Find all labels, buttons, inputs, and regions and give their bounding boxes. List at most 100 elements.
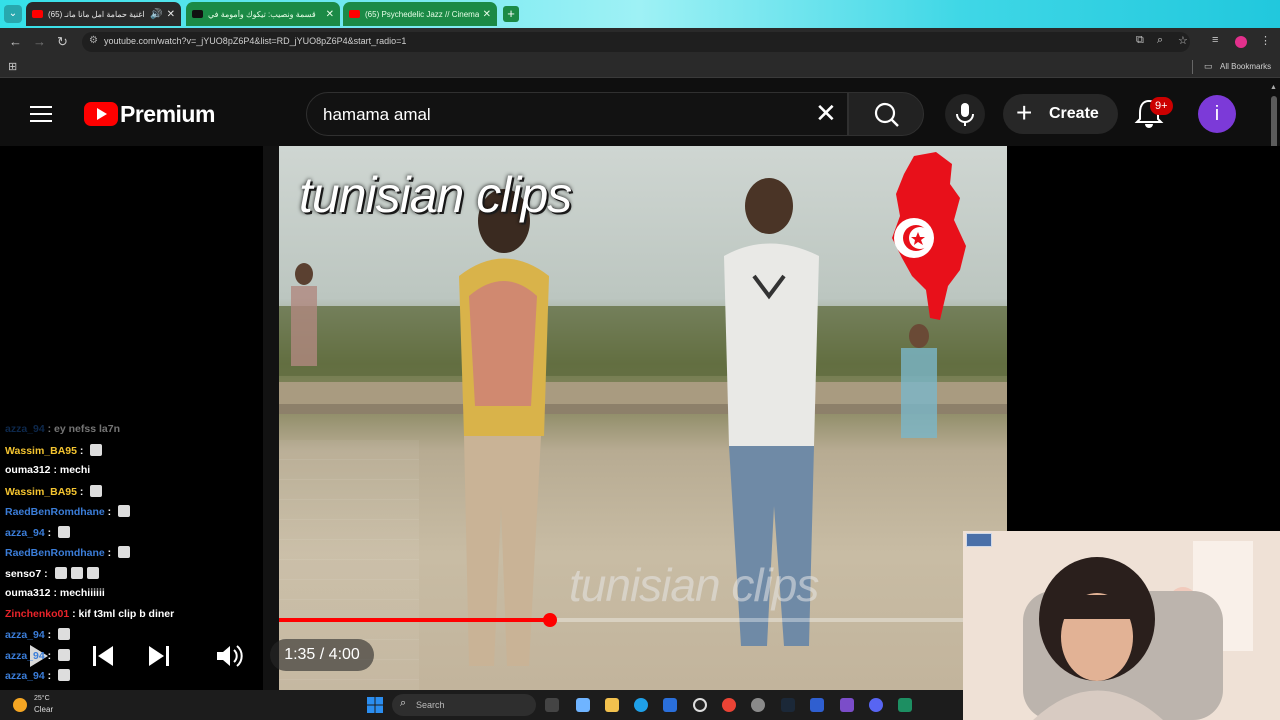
- chat-separator: :: [76, 485, 87, 498]
- apps-grid-icon[interactable]: ⊞: [8, 60, 17, 73]
- chat-emote-icon: [58, 525, 71, 538]
- video-progress-bar[interactable]: [279, 613, 963, 627]
- speaker-icon[interactable]: 🔊: [150, 9, 162, 20]
- chat-separator: :: [104, 506, 115, 518]
- chat-message: azza_94 :: [5, 525, 71, 542]
- scroll-up-icon[interactable]: ▲: [1270, 84, 1277, 91]
- search-input[interactable]: [323, 103, 803, 127]
- chat-username[interactable]: RaedBenRomdhane: [5, 547, 105, 559]
- create-label: Create: [1049, 105, 1099, 122]
- install-app-icon[interactable]: ⧉: [1136, 34, 1144, 47]
- video-watermark-bottom: tunisian clips: [569, 559, 819, 611]
- chat-emote-icon: [118, 546, 131, 558]
- reload-icon[interactable]: ↻: [57, 34, 68, 50]
- new-tab-button[interactable]: +: [503, 6, 519, 22]
- forward-icon[interactable]: →: [33, 34, 46, 49]
- youtube-premium-logo[interactable]: Premium: [120, 101, 215, 128]
- profile-avatar-icon[interactable]: [1235, 36, 1247, 48]
- weather-temperature: 25°C: [34, 695, 50, 702]
- chat-username[interactable]: azza_94: [5, 650, 45, 662]
- tab-search-button[interactable]: ⌄: [4, 5, 22, 23]
- store-icon[interactable]: [663, 698, 677, 712]
- chat-message: ouma312 : mechiiiiii: [5, 587, 105, 603]
- bookmark-star-icon[interactable]: ☆: [1178, 34, 1188, 47]
- chat-message: azza_94 : ey nefss la7n: [5, 423, 120, 439]
- webcam-mini-preview: [966, 533, 992, 547]
- tab-title: اغنية حمامة امل مانا مانـ (65): [48, 9, 145, 19]
- notification-badge: 9+: [1150, 97, 1173, 115]
- chat-username[interactable]: Wassim_BA95: [5, 486, 77, 498]
- chat-message: RaedBenRomdhane :: [5, 505, 131, 521]
- file-explorer-icon[interactable]: [605, 698, 619, 712]
- obs-icon[interactable]: [693, 698, 707, 712]
- chat-username[interactable]: azza_94: [5, 527, 45, 539]
- all-bookmarks-link[interactable]: All Bookmarks: [1220, 62, 1271, 71]
- taskbar-search[interactable]: ⌕ Search: [392, 694, 536, 716]
- tab-close-icon[interactable]: ✕: [483, 9, 491, 20]
- search-icon: ⌕: [400, 697, 407, 709]
- webcam-frame: [963, 531, 1280, 720]
- chat-message: azza_94 :: [5, 628, 71, 644]
- progress-played: [279, 618, 550, 622]
- create-button[interactable]: + Create: [1003, 94, 1118, 134]
- chat-emote-icon: [70, 566, 83, 579]
- zoom-icon[interactable]: ⌕: [1157, 34, 1163, 47]
- chat-separator: :: [50, 587, 60, 599]
- search-button[interactable]: [848, 92, 924, 136]
- chat-username[interactable]: Wassim_BA95: [5, 445, 77, 457]
- clear-search-icon[interactable]: ✕: [815, 100, 837, 126]
- tab-youtube-hamama[interactable]: اغنية حمامة امل مانا مانـ (65) 🔊 ✕: [26, 2, 181, 26]
- address-bar[interactable]: ⚙ youtube.com/watch?v=_jYUO8pZ6P4&list=R…: [82, 32, 1190, 52]
- tab-close-icon[interactable]: ✕: [326, 9, 334, 20]
- chat-username[interactable]: azza_94: [5, 629, 45, 641]
- menu-icon[interactable]: [30, 106, 52, 122]
- folder-icon: ▭: [1204, 61, 1213, 71]
- chat-username[interactable]: azza_94: [5, 670, 45, 682]
- chat-separator: :: [44, 649, 55, 662]
- chat-separator: :: [44, 670, 55, 682]
- app-icon[interactable]: [840, 698, 854, 712]
- chat-text: kif t3ml clip b diner: [78, 607, 175, 620]
- tab-title: (65) Psychedelic Jazz // Cinema: [365, 9, 479, 19]
- chat-emote-icon: [90, 443, 103, 456]
- discord-icon[interactable]: [869, 698, 883, 712]
- chat-username[interactable]: azza_94: [5, 423, 45, 435]
- chat-username[interactable]: ouma312: [5, 464, 51, 476]
- windows-taskbar: 25°C Clear ⌕ Search: [0, 690, 963, 720]
- more-menu-icon[interactable]: ⋮: [1260, 34, 1271, 47]
- steam-icon[interactable]: [781, 698, 795, 712]
- tab-title: قسمة ونصيب: تيكوك وأمومة في: [208, 9, 316, 19]
- youtube-logo-icon[interactable]: [84, 102, 118, 126]
- weather-moon-icon[interactable]: [13, 698, 27, 712]
- chat-username[interactable]: RaedBenRomdhane: [5, 506, 105, 518]
- tab-psychedelic-jazz[interactable]: (65) Psychedelic Jazz // Cinema ✕: [343, 2, 497, 26]
- chrome-icon[interactable]: [722, 698, 736, 712]
- copilot-icon[interactable]: [576, 698, 590, 712]
- youtube-favicon-icon: [349, 10, 360, 18]
- screen: ⌄ اغنية حمامة امل مانا مانـ (65) 🔊 ✕ قسم…: [0, 0, 1280, 720]
- chat-emote-icon: [58, 628, 71, 640]
- plus-icon: +: [1016, 97, 1033, 128]
- voice-search-button[interactable]: [945, 94, 985, 134]
- chat-username[interactable]: ouma312: [5, 587, 51, 599]
- app-icon[interactable]: [810, 698, 824, 712]
- progress-scrubber[interactable]: [543, 613, 557, 627]
- search-box: ✕: [306, 92, 848, 136]
- tab-tiktok[interactable]: قسمة ونصيب: تيكوك وأمومة في ✕: [186, 2, 340, 26]
- chat-emote-icon: [118, 505, 131, 517]
- task-view-icon[interactable]: [545, 698, 559, 712]
- youtube-header: Premium ✕ + Create: [0, 80, 1280, 146]
- chat-username[interactable]: Zinchenko01: [5, 608, 69, 620]
- settings-icon[interactable]: [751, 698, 765, 712]
- chat-emote-icon: [90, 484, 103, 497]
- chat-message: Zinchenko01 : kif t3ml clip b diner: [5, 608, 174, 624]
- media-control-icon[interactable]: ≡: [1212, 34, 1218, 46]
- account-avatar[interactable]: i: [1198, 95, 1236, 133]
- windows-start-icon[interactable]: [367, 697, 383, 713]
- excel-icon[interactable]: [898, 698, 912, 712]
- site-info-icon[interactable]: ⚙: [89, 35, 98, 46]
- back-icon[interactable]: ←: [9, 34, 22, 49]
- tab-close-icon[interactable]: ✕: [167, 9, 175, 20]
- chat-username[interactable]: senso7: [5, 568, 41, 580]
- edge-icon[interactable]: [634, 698, 648, 712]
